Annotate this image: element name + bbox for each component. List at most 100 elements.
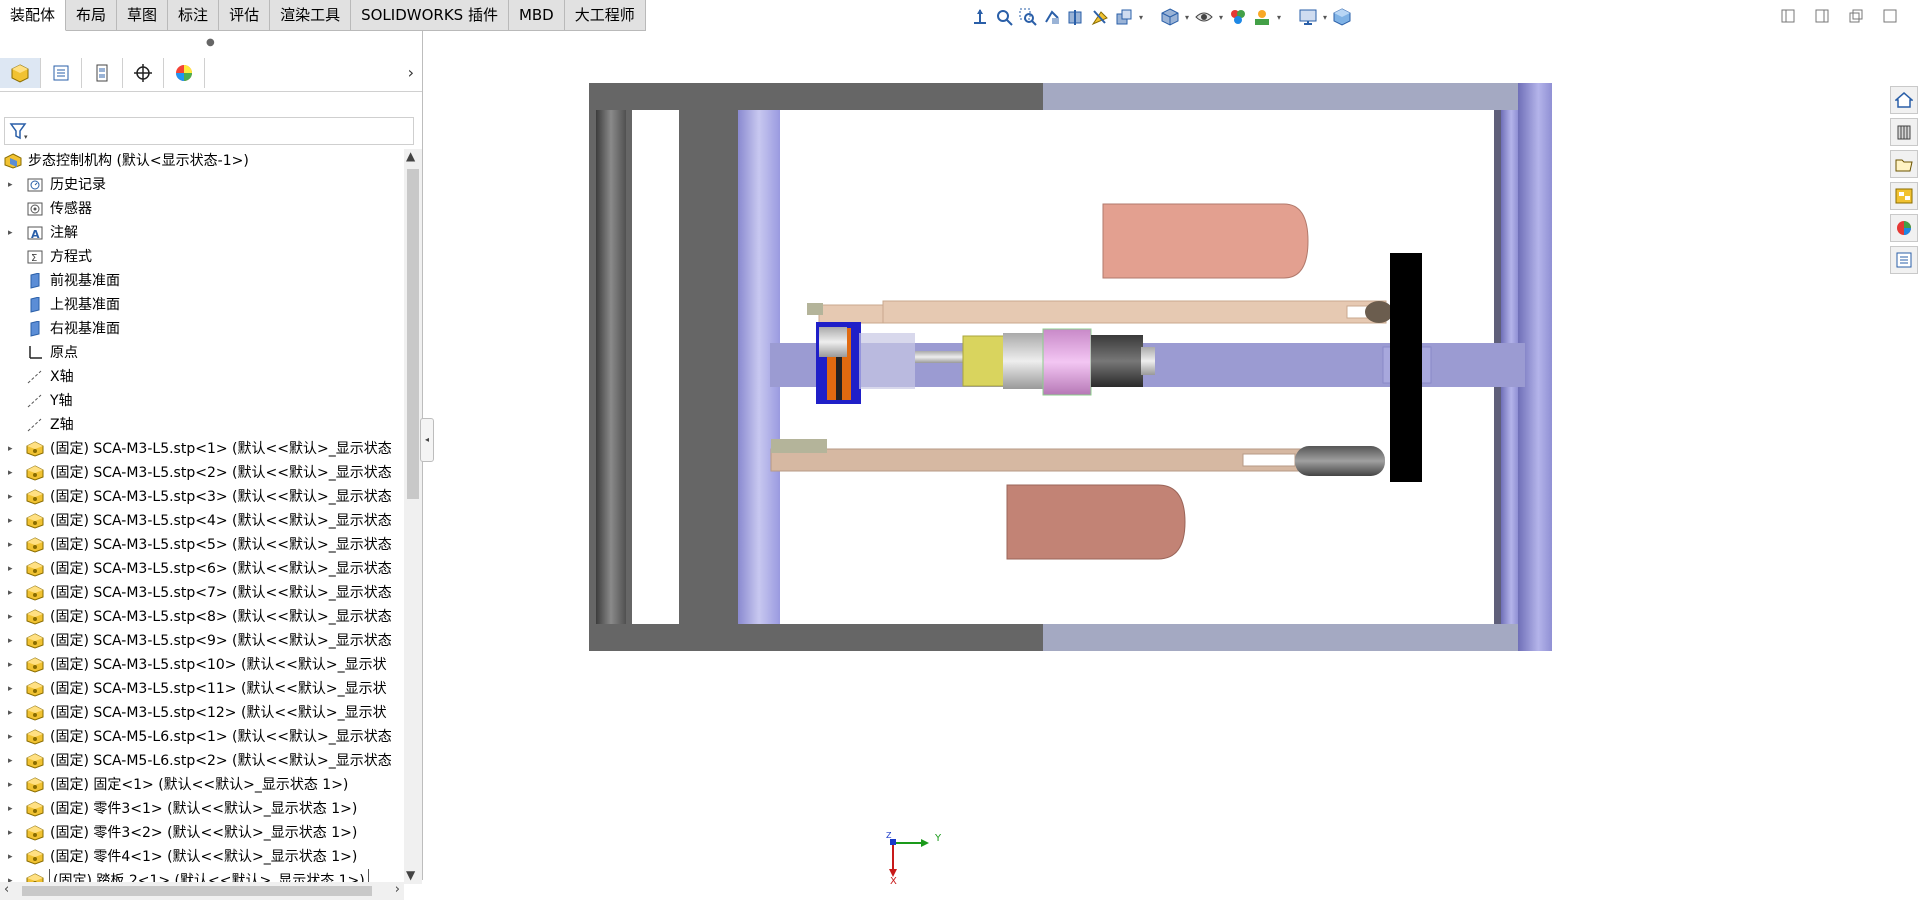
expand-arrow-icon[interactable]: ▸ bbox=[8, 797, 18, 821]
tab-mbd[interactable]: MBD bbox=[508, 0, 565, 31]
tab-render-tools[interactable]: 渲染工具 bbox=[270, 0, 352, 31]
expand-arrow-icon[interactable]: ▸ bbox=[8, 845, 18, 869]
hscroll-thumb[interactable] bbox=[22, 886, 372, 896]
tree-item-component[interactable]: ▸ (固定) 零件4<1> (默认<<默认>_显示状态 1>) bbox=[0, 845, 404, 869]
tab-solidworks-addins[interactable]: SOLIDWORKS 插件 bbox=[351, 0, 509, 31]
tree-item-sensor[interactable]: 传感器 bbox=[0, 197, 404, 221]
tab-markup[interactable]: 标注 bbox=[168, 0, 220, 31]
expand-arrow-icon[interactable]: ▸ bbox=[8, 725, 18, 749]
display-style-cube-icon[interactable] bbox=[1158, 5, 1182, 29]
view-orientation-arrow-icon[interactable] bbox=[968, 5, 992, 29]
previous-view-icon[interactable] bbox=[1040, 5, 1064, 29]
tree-item-equation[interactable]: Σ 方程式 bbox=[0, 245, 404, 269]
maximize-window-icon[interactable] bbox=[1880, 6, 1900, 26]
apply-scene-icon[interactable] bbox=[1250, 5, 1274, 29]
pane-grip-icon[interactable]: ● bbox=[206, 37, 215, 48]
tree-item-component[interactable]: ▸ (固定) SCA-M3-L5.stp<5> (默认<<默认>_显示状态 bbox=[0, 533, 404, 557]
tree-item-component[interactable]: ▸ (固定) 零件3<2> (默认<<默认>_显示状态 1>) bbox=[0, 821, 404, 845]
tree-vertical-scrollbar[interactable]: ▲ ▼ bbox=[404, 149, 422, 884]
feature-tree-filter[interactable]: ▾ bbox=[4, 117, 414, 145]
expand-arrow-icon[interactable]: ▸ bbox=[8, 461, 18, 485]
apply-scene-dropdown-icon[interactable]: ▾ bbox=[1274, 13, 1284, 22]
scroll-up-icon[interactable]: ▲ bbox=[406, 149, 415, 163]
tree-item-component[interactable]: ▸ (固定) 固定<1> (默认<<默认>_显示状态 1>) bbox=[0, 773, 404, 797]
tree-item-component[interactable]: ▸ (固定) SCA-M3-L5.stp<8> (默认<<默认>_显示状态 bbox=[0, 605, 404, 629]
scroll-right-icon[interactable]: › bbox=[395, 882, 400, 897]
tree-item-plane[interactable]: 右视基准面 bbox=[0, 317, 404, 341]
design-library-icon[interactable] bbox=[1890, 118, 1918, 146]
view-monitor-dropdown-icon[interactable]: ▾ bbox=[1320, 13, 1330, 22]
expand-arrow-icon[interactable]: ▸ bbox=[8, 509, 18, 533]
expand-arrow-icon[interactable]: ▸ bbox=[8, 773, 18, 797]
scroll-left-icon[interactable]: ‹ bbox=[4, 882, 9, 897]
view-settings-icon[interactable] bbox=[1112, 5, 1136, 29]
tree-item-component[interactable]: ▸ (固定) SCA-M3-L5.stp<12> (默认<<默认>_显示状 bbox=[0, 701, 404, 725]
tab-engineer[interactable]: 大工程师 bbox=[564, 0, 646, 31]
hide-show-eye-icon[interactable] bbox=[1192, 5, 1216, 29]
display-manager-tab-icon[interactable] bbox=[164, 58, 205, 88]
edit-appearance-icon[interactable] bbox=[1226, 5, 1250, 29]
restore-window-icon[interactable] bbox=[1846, 6, 1866, 26]
tab-evaluate[interactable]: 评估 bbox=[219, 0, 271, 31]
tree-root-assembly[interactable]: 步态控制机构 (默认<显示状态-1>) bbox=[0, 149, 404, 173]
expand-arrow-icon[interactable]: ▸ bbox=[8, 485, 18, 509]
configuration-manager-tab-icon[interactable] bbox=[82, 58, 123, 88]
tree-item-component[interactable]: ▸ (固定) SCA-M3-L5.stp<9> (默认<<默认>_显示状态 bbox=[0, 629, 404, 653]
tree-item-component[interactable]: ▸ (固定) SCA-M3-L5.stp<3> (默认<<默认>_显示状态 bbox=[0, 485, 404, 509]
dynamic-annotation-icon[interactable] bbox=[1088, 5, 1112, 29]
more-tabs-chevron-icon[interactable]: › bbox=[408, 63, 414, 82]
tree-item-component[interactable]: ▸ (固定) SCA-M3-L5.stp<2> (默认<<默认>_显示状态 bbox=[0, 461, 404, 485]
tree-item-component[interactable]: ▸ (固定) SCA-M3-L5.stp<10> (默认<<默认>_显示状 bbox=[0, 653, 404, 677]
tree-item-origin[interactable]: 原点 bbox=[0, 341, 404, 365]
tree-item-axis[interactable]: Y轴 bbox=[0, 389, 404, 413]
tree-item-axis[interactable]: Z轴 bbox=[0, 413, 404, 437]
tree-item-component[interactable]: ▸ (固定) 踏板 2<1> (默认<<默认>_显示状态 1>) bbox=[0, 869, 404, 882]
tree-horizontal-scrollbar[interactable]: ‹ › bbox=[0, 882, 404, 900]
tree-item-axis[interactable]: X轴 bbox=[0, 365, 404, 389]
tab-layout[interactable]: 布局 bbox=[66, 0, 118, 31]
tree-item-history[interactable]: ▸ 历史记录 bbox=[0, 173, 404, 197]
expand-arrow-icon[interactable]: ▸ bbox=[8, 221, 18, 245]
tree-item-component[interactable]: ▸ (固定) SCA-M3-L5.stp<11> (默认<<默认>_显示状 bbox=[0, 677, 404, 701]
3d-view-cube-icon[interactable] bbox=[1330, 5, 1354, 29]
view-settings-dropdown-icon[interactable]: ▾ bbox=[1136, 13, 1146, 22]
custom-properties-icon[interactable] bbox=[1890, 246, 1918, 274]
dimxpert-manager-tab-icon[interactable] bbox=[123, 58, 164, 88]
tree-item-component[interactable]: ▸ (固定) SCA-M3-L5.stp<6> (默认<<默认>_显示状态 bbox=[0, 557, 404, 581]
zoom-to-fit-icon[interactable] bbox=[992, 5, 1016, 29]
expand-arrow-icon[interactable]: ▸ bbox=[8, 749, 18, 773]
expand-arrow-icon[interactable]: ▸ bbox=[8, 581, 18, 605]
tree-item-component[interactable]: ▸ (固定) SCA-M3-L5.stp<7> (默认<<默认>_显示状态 bbox=[0, 581, 404, 605]
expand-arrow-icon[interactable]: ▸ bbox=[8, 629, 18, 653]
expand-arrow-icon[interactable]: ▸ bbox=[8, 173, 18, 197]
expand-arrow-icon[interactable]: ▸ bbox=[8, 677, 18, 701]
file-explorer-folder-icon[interactable] bbox=[1890, 150, 1918, 178]
appearances-scenes-icon[interactable] bbox=[1890, 214, 1918, 242]
expand-arrow-icon[interactable]: ▸ bbox=[8, 701, 18, 725]
display-style-dropdown-icon[interactable]: ▾ bbox=[1182, 13, 1192, 22]
expand-arrow-icon[interactable]: ▸ bbox=[8, 437, 18, 461]
expand-arrow-icon[interactable]: ▸ bbox=[8, 653, 18, 677]
zoom-to-area-icon[interactable] bbox=[1016, 5, 1040, 29]
dock-right-icon[interactable] bbox=[1812, 6, 1832, 26]
expand-arrow-icon[interactable]: ▸ bbox=[8, 605, 18, 629]
tree-item-annotation[interactable]: ▸ A 注解 bbox=[0, 221, 404, 245]
expand-arrow-icon[interactable]: ▸ bbox=[8, 533, 18, 557]
solidworks-resources-home-icon[interactable] bbox=[1890, 86, 1918, 114]
property-manager-tab-icon[interactable] bbox=[41, 58, 82, 88]
tree-item-plane[interactable]: 上视基准面 bbox=[0, 293, 404, 317]
tab-assembly[interactable]: 装配体 bbox=[0, 0, 67, 31]
tree-item-component[interactable]: ▸ (固定) SCA-M3-L5.stp<4> (默认<<默认>_显示状态 bbox=[0, 509, 404, 533]
tree-item-component[interactable]: ▸ (固定) SCA-M3-L5.stp<1> (默认<<默认>_显示状态 bbox=[0, 437, 404, 461]
dock-left-icon[interactable] bbox=[1778, 6, 1798, 26]
hide-show-dropdown-icon[interactable]: ▾ bbox=[1216, 13, 1226, 22]
tab-sketch[interactable]: 草图 bbox=[117, 0, 169, 31]
graphics-viewport[interactable]: Y Z X bbox=[423, 31, 1883, 887]
tree-item-component[interactable]: ▸ (固定) 零件3<1> (默认<<默认>_显示状态 1>) bbox=[0, 797, 404, 821]
expand-arrow-icon[interactable]: ▸ bbox=[8, 821, 18, 845]
view-palette-icon[interactable] bbox=[1890, 182, 1918, 210]
feature-manager-tab-icon[interactable] bbox=[0, 58, 41, 88]
expand-arrow-icon[interactable]: ▸ bbox=[8, 557, 18, 581]
view-monitor-icon[interactable] bbox=[1296, 5, 1320, 29]
tree-item-plane[interactable]: 前视基准面 bbox=[0, 269, 404, 293]
